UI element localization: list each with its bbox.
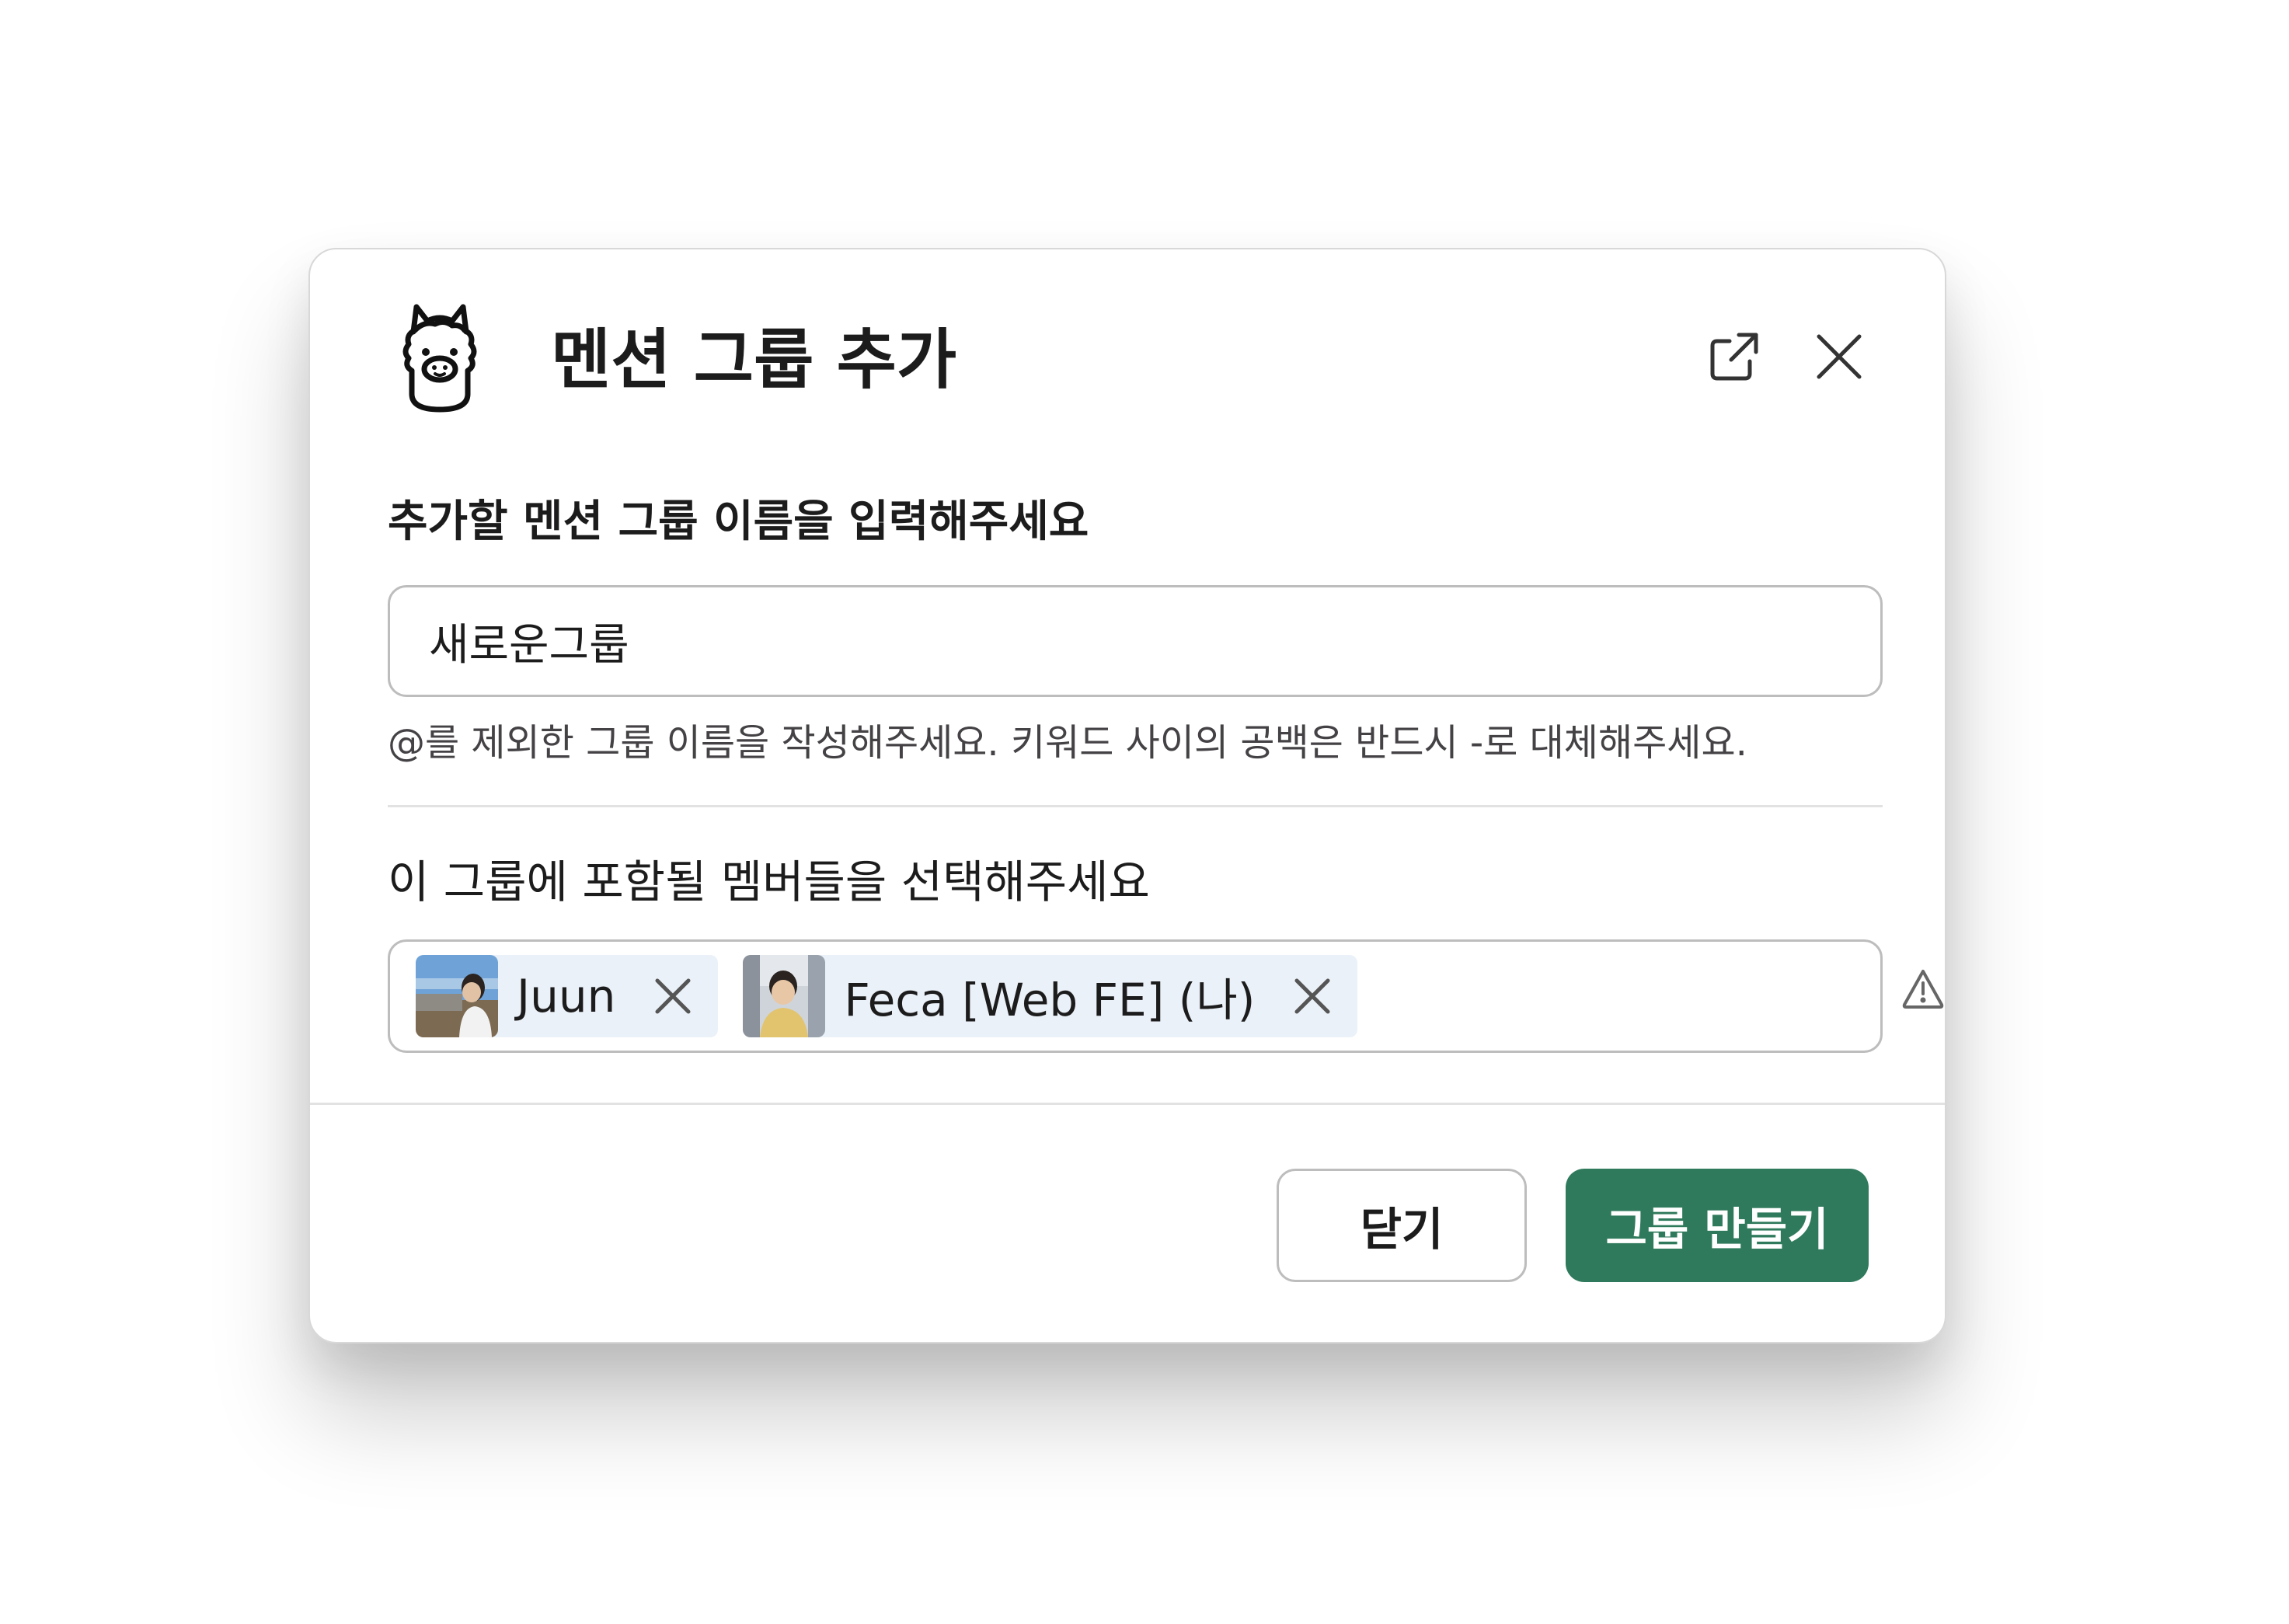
create-group-button[interactable]: 그룹 만들기: [1566, 1169, 1869, 1282]
member-avatar: [743, 955, 826, 1037]
remove-member-button[interactable]: [650, 973, 696, 1019]
members-label: 이 그룹에 포함될 멤버들을 선택해주세요: [388, 856, 1150, 908]
close-icon: [1814, 332, 1864, 385]
dialog-title: 멘션 그룹 추가: [551, 322, 957, 398]
close-dialog-button[interactable]: [1808, 327, 1870, 389]
warning-icon: [1901, 967, 1945, 1011]
member-name: Feca [Web FE] (나): [844, 974, 1256, 1026]
close-button[interactable]: 닫기: [1277, 1169, 1527, 1282]
member-name: Juun: [517, 970, 616, 1023]
member-chip-feca[interactable]: Feca [Web FE] (나): [743, 955, 1358, 1037]
open-in-new-window-button[interactable]: [1703, 327, 1765, 389]
group-name-hint: @를 제외한 그룹 이름을 작성해주세요. 키워드 사이의 공백은 반드시 -로…: [388, 721, 1747, 765]
footer-divider: [310, 1103, 1945, 1105]
member-avatar: [416, 955, 498, 1037]
remove-member-button[interactable]: [1289, 973, 1336, 1019]
group-name-input[interactable]: [388, 585, 1883, 697]
section-divider: [388, 805, 1883, 807]
group-name-label: 추가할 멘션 그룹 이름을 입력해주세요: [388, 497, 1089, 547]
member-chip-juun[interactable]: Juun: [416, 955, 719, 1037]
mention-group-dialog: 멘션 그룹 추가 추가할 멘션 그룹 이름을 입력해주세요 @를 제외한 그룹 …: [308, 248, 1946, 1343]
alpaca-logo-icon: [398, 301, 482, 416]
members-select-field[interactable]: Juun Feca [Web FE] (나): [388, 939, 1883, 1053]
external-link-icon: [1708, 330, 1761, 386]
